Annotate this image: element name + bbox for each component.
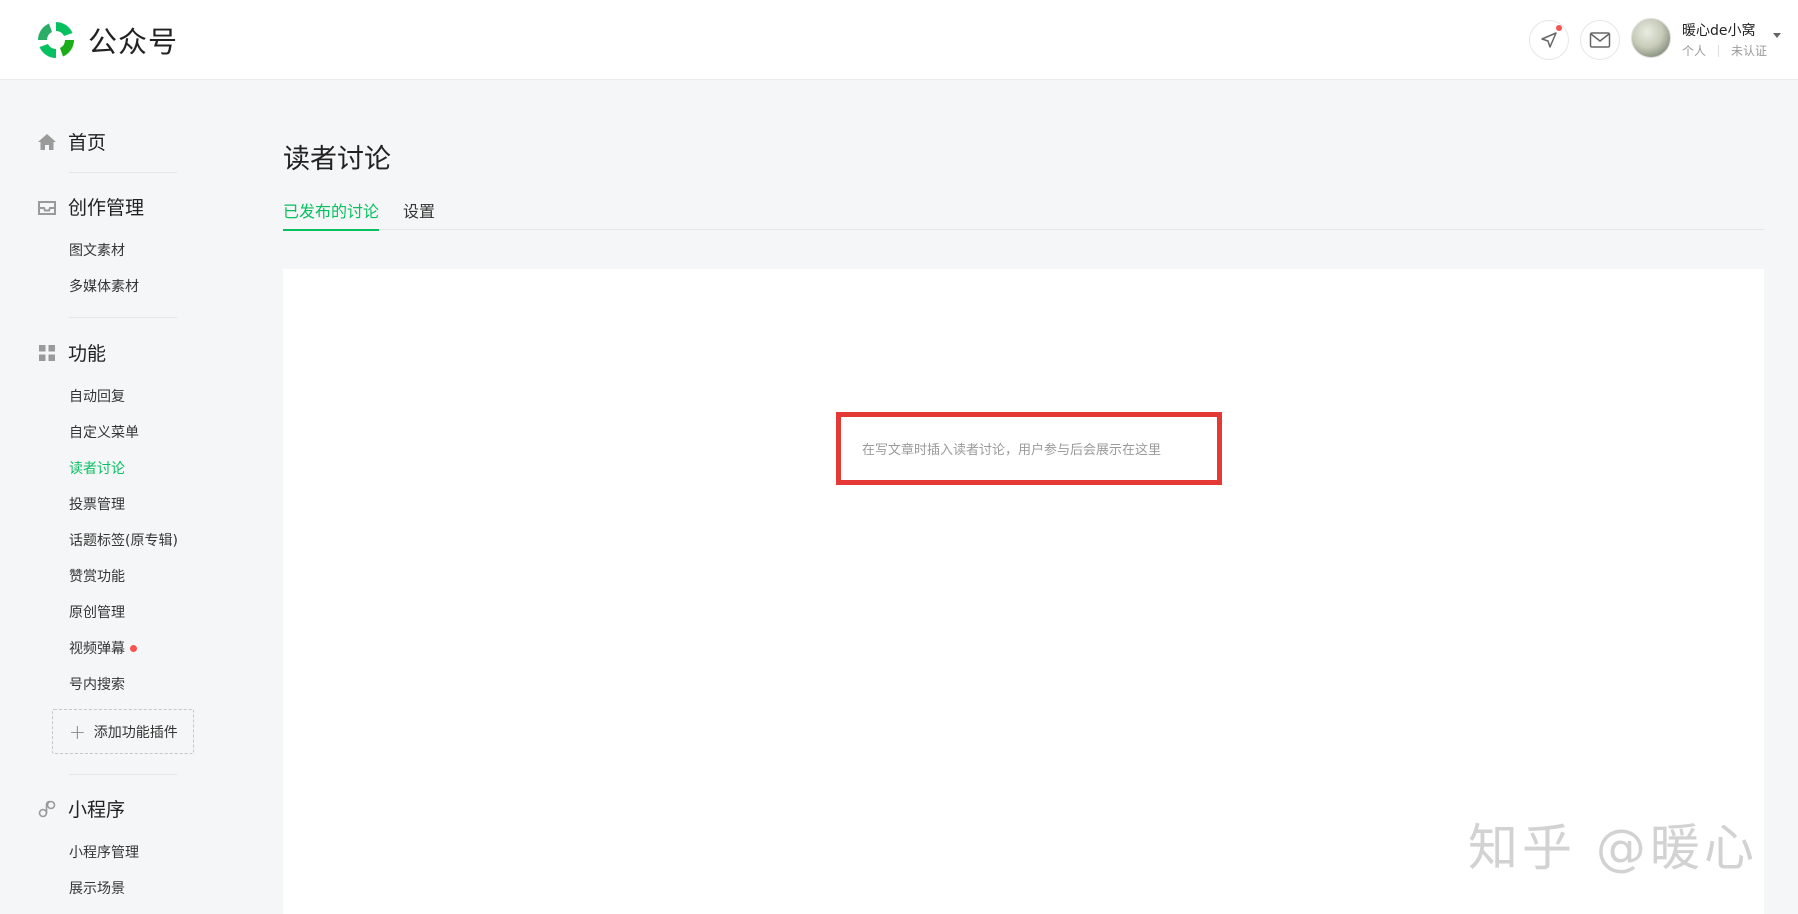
sidebar-item-display-scene[interactable]: 展示场景 bbox=[69, 878, 125, 898]
plus-icon: + bbox=[69, 719, 86, 744]
tab-settings[interactable]: 设置 bbox=[403, 198, 435, 229]
verify-status: 未认证 bbox=[1731, 44, 1768, 58]
sidebar-item-label: 功能 bbox=[68, 343, 107, 365]
add-plugin-label: 添加功能插件 bbox=[93, 724, 178, 741]
notification-button[interactable] bbox=[1529, 20, 1569, 60]
grid-icon bbox=[36, 342, 58, 364]
mail-icon bbox=[1589, 32, 1611, 48]
sidebar: 首页 创作管理 图文素材 多媒体素材 功能 自动回复 自定义菜单 读者讨论 投票… bbox=[0, 80, 240, 914]
sidebar-item-multimedia[interactable]: 多媒体素材 bbox=[69, 276, 139, 296]
sidebar-divider bbox=[69, 317, 177, 318]
send-icon bbox=[1541, 32, 1557, 48]
sidebar-item-reward[interactable]: 赞赏功能 bbox=[69, 566, 125, 586]
wechat-mp-logo-icon bbox=[38, 22, 74, 58]
user-name[interactable]: 暖心de小窝 bbox=[1682, 20, 1756, 40]
notification-dot bbox=[1556, 25, 1562, 31]
logo[interactable]: 公众号 bbox=[34, 18, 178, 62]
sidebar-item-original[interactable]: 原创管理 bbox=[69, 602, 125, 622]
sidebar-item-creation[interactable]: 创作管理 bbox=[36, 193, 144, 220]
sidebar-item-label: 创作管理 bbox=[68, 197, 145, 219]
sidebar-item-label: 小程序 bbox=[68, 799, 126, 821]
add-plugin-button[interactable]: + 添加功能插件 bbox=[52, 709, 194, 754]
sidebar-item-search[interactable]: 号内搜索 bbox=[69, 674, 125, 694]
chevron-down-icon[interactable] bbox=[1773, 33, 1781, 38]
home-icon bbox=[36, 131, 58, 153]
sidebar-item-miniprogram-manage[interactable]: 小程序管理 bbox=[69, 842, 139, 862]
watermark: 知乎 @暖心 bbox=[1468, 819, 1758, 877]
link-icon bbox=[36, 798, 58, 820]
sidebar-divider bbox=[69, 172, 177, 173]
top-header: 公众号 暖心de小窝 个人 未认证 bbox=[0, 0, 1798, 80]
sidebar-item-label: 首页 bbox=[68, 132, 107, 154]
inbox-icon bbox=[36, 196, 58, 218]
new-badge bbox=[130, 644, 137, 652]
empty-state-highlight: 在写文章时插入读者讨论，用户参与后会展示在这里 bbox=[836, 412, 1222, 485]
empty-state-text: 在写文章时插入读者讨论，用户参与后会展示在这里 bbox=[862, 443, 1162, 458]
tab-bar: 已发布的讨论 设置 bbox=[283, 196, 1764, 231]
user-avatar[interactable] bbox=[1631, 18, 1671, 58]
sidebar-item-label: 视频弹幕 bbox=[69, 641, 125, 657]
sidebar-item-home[interactable]: 首页 bbox=[36, 128, 106, 155]
logo-text: 公众号 bbox=[88, 25, 179, 59]
sidebar-item-custom-menu[interactable]: 自定义菜单 bbox=[69, 422, 139, 442]
account-type: 个人 bbox=[1682, 44, 1707, 58]
sidebar-item-video-danmaku[interactable]: 视频弹幕 bbox=[69, 638, 137, 658]
page-title: 读者讨论 bbox=[283, 144, 391, 175]
sidebar-item-vote[interactable]: 投票管理 bbox=[69, 494, 125, 514]
sidebar-item-miniprogram[interactable]: 小程序 bbox=[36, 795, 125, 822]
sidebar-item-image-text[interactable]: 图文素材 bbox=[69, 240, 125, 260]
user-meta: 个人 未认证 bbox=[1682, 42, 1767, 59]
sidebar-item-features[interactable]: 功能 bbox=[36, 339, 106, 366]
message-button[interactable] bbox=[1580, 20, 1620, 60]
sidebar-item-reader-discussion[interactable]: 读者讨论 bbox=[69, 458, 125, 478]
meta-divider bbox=[1718, 44, 1720, 57]
sidebar-item-topic-tags[interactable]: 话题标签(原专辑) bbox=[69, 530, 178, 550]
sidebar-divider bbox=[69, 774, 177, 775]
tab-published-discussions[interactable]: 已发布的讨论 bbox=[283, 198, 380, 231]
sidebar-item-auto-reply[interactable]: 自动回复 bbox=[69, 386, 125, 406]
